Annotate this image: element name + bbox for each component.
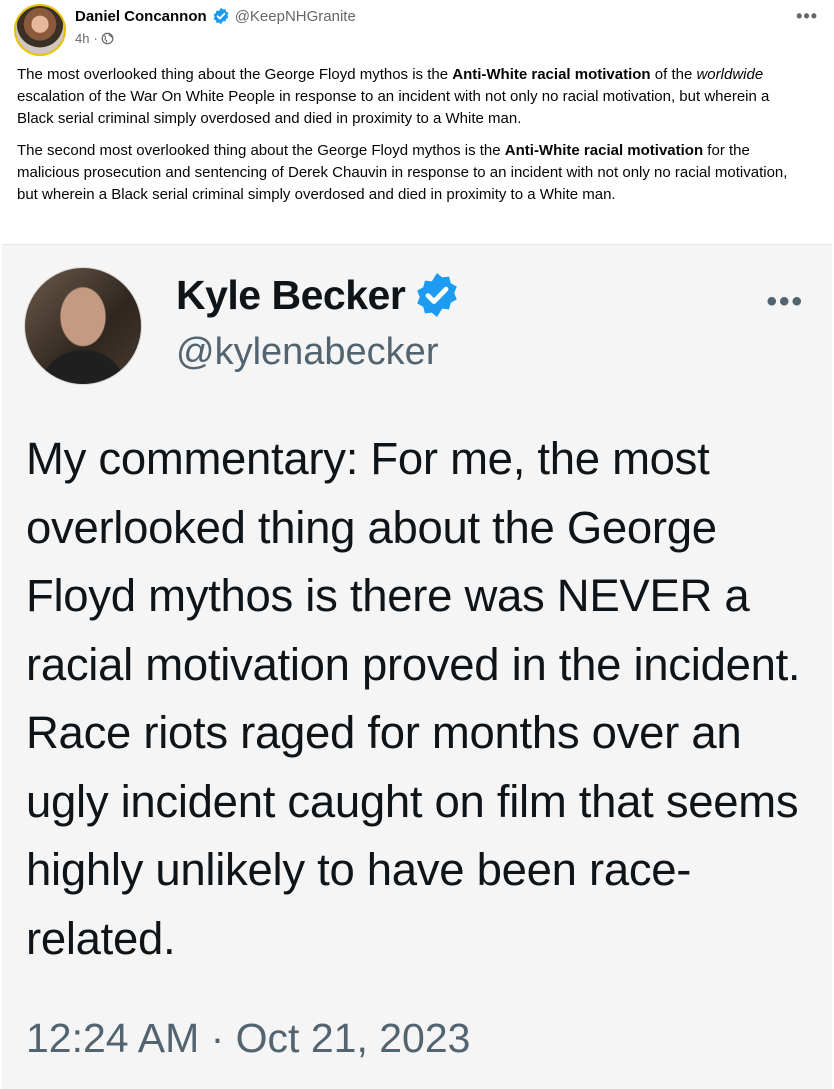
tweet-author-handle: @kylenabecker	[176, 331, 439, 373]
author-handle[interactable]: @KeepNHGranite	[235, 8, 356, 25]
p1-bold: Anti-White racial motivation	[452, 66, 651, 83]
post-text: The most overlooked thing about the Geor…	[17, 64, 807, 216]
p1-text-a: The most overlooked thing about the Geor…	[17, 66, 453, 83]
meta-separator: ·	[93, 31, 98, 46]
tweet-timestamp: 12:24 AM · Oct 21, 2023	[26, 1015, 471, 1061]
p1-text-c: of the	[650, 66, 697, 83]
tweet-author-name: Kyle Becker	[176, 271, 406, 318]
p1-text-e: escalation of the War On White People in…	[17, 88, 770, 127]
p2-bold: Anti-White racial motivation	[504, 142, 704, 159]
post-header: Daniel Concannon @KeepNHGranite 4h · •••	[0, 0, 834, 60]
post-meta: 4h ·	[75, 31, 114, 46]
tweet-author-avatar	[24, 267, 142, 385]
author-avatar[interactable]	[14, 4, 66, 56]
author-line: Daniel Concannon @KeepNHGranite	[75, 7, 356, 25]
tweet-name-row: Kyle Becker	[176, 271, 461, 319]
p1-italic: worldwide	[696, 66, 764, 83]
post-paragraph-1: The most overlooked thing about the Geor…	[17, 64, 807, 130]
globe-icon[interactable]	[101, 32, 114, 45]
tweet-more-icon: •••	[766, 285, 804, 318]
tweet-body: My commentary: For me, the most overlook…	[26, 433, 801, 964]
tweet-screenshot-image[interactable]: Kyle Becker @kylenabecker ••• My comment…	[2, 244, 832, 1089]
p2-text-a: The second most overlooked thing about t…	[17, 142, 505, 159]
author-name[interactable]: Daniel Concannon	[75, 8, 207, 25]
post-time[interactable]: 4h	[75, 31, 89, 46]
post-more-button[interactable]: •••	[796, 6, 818, 27]
post-paragraph-2: The second most overlooked thing about t…	[17, 140, 807, 206]
verified-badge-icon	[213, 7, 229, 25]
verified-badge-icon	[417, 273, 458, 317]
